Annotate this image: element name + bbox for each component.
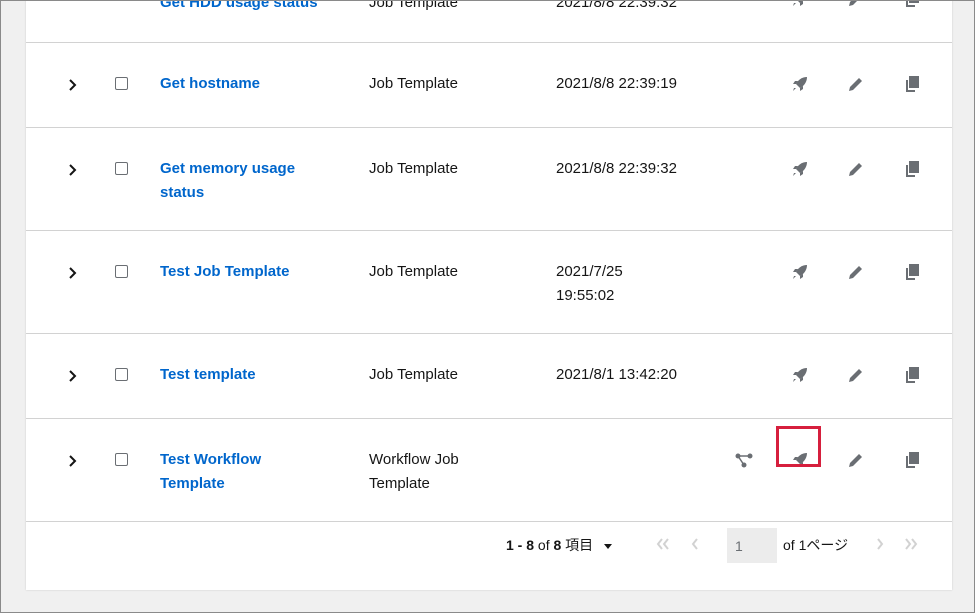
template-type: Job Template: [369, 263, 458, 280]
rocket-icon[interactable]: [790, 74, 810, 94]
rocket-icon[interactable]: [790, 159, 810, 179]
rocket-icon[interactable]: [790, 0, 810, 9]
page-number-input[interactable]: [727, 528, 777, 563]
templates-list-card: Get HDD usage status Job Template 2021/8…: [26, 0, 952, 590]
caret-down-icon: [604, 544, 613, 550]
pagination-total: 8: [553, 537, 562, 553]
table-row: Get memory usage status Job Template 202…: [26, 127, 952, 231]
template-name-link[interactable]: Test Workflow: [160, 448, 335, 472]
copy-icon[interactable]: [902, 365, 922, 385]
copy-icon[interactable]: [902, 0, 922, 9]
template-name-link[interactable]: Get HDD usage status: [160, 1, 335, 15]
pencil-icon[interactable]: [846, 74, 866, 94]
template-name-link[interactable]: Get memory usage: [160, 157, 335, 181]
row-select-checkbox[interactable]: [115, 265, 128, 278]
workflow-visualizer-icon[interactable]: [734, 450, 754, 470]
angle-left-icon[interactable]: [686, 536, 704, 552]
chevron-right-icon[interactable]: [66, 369, 80, 383]
pagination-range-toggle[interactable]: 1 - 8 of 8 項目: [506, 535, 613, 555]
pagination-of: of: [537, 537, 550, 553]
copy-icon[interactable]: [902, 74, 922, 94]
chevron-right-icon[interactable]: [66, 266, 80, 280]
angle-double-right-icon[interactable]: [902, 536, 920, 552]
template-type: Job Template: [369, 0, 458, 11]
last-modified: 2021/8/8 22:39:19: [556, 75, 677, 92]
last-modified-line2: 19:55:02: [556, 287, 615, 304]
app-window: Get HDD usage status Job Template 2021/8…: [0, 0, 975, 613]
copy-icon[interactable]: [902, 262, 922, 282]
copy-icon[interactable]: [902, 159, 922, 179]
template-type: Job Template: [369, 75, 458, 92]
chevron-right-icon[interactable]: [66, 163, 80, 177]
copy-icon[interactable]: [902, 450, 922, 470]
table-row: Test template Job Template 2021/8/1 13:4…: [26, 333, 952, 419]
rocket-icon[interactable]: [790, 365, 810, 385]
chevron-right-icon[interactable]: [66, 454, 80, 468]
template-type: Job Template: [369, 160, 458, 177]
table-row: Test Job Template Job Template 2021/7/25…: [26, 230, 952, 334]
rocket-icon[interactable]: [790, 262, 810, 282]
row-select-checkbox[interactable]: [115, 162, 128, 175]
last-modified: 2021/8/8 22:39:32: [556, 160, 677, 177]
pencil-icon[interactable]: [846, 262, 866, 282]
template-type: Workflow Job: [369, 451, 459, 468]
last-modified: 2021/8/1 13:42:20: [556, 366, 677, 383]
row-select-checkbox[interactable]: [115, 77, 128, 90]
template-name-link[interactable]: Get hostname: [160, 72, 335, 96]
template-name-link-line2[interactable]: status: [160, 181, 335, 205]
template-name-link[interactable]: Test Job Template: [160, 260, 335, 284]
table-row: Get HDD usage status Job Template 2021/8…: [26, 0, 952, 43]
last-modified: 2021/7/25: [556, 263, 623, 280]
angle-double-left-icon[interactable]: [654, 536, 672, 552]
pencil-icon[interactable]: [846, 0, 866, 9]
template-type-line2: Template: [369, 475, 430, 492]
pencil-icon[interactable]: [846, 159, 866, 179]
last-modified: 2021/8/8 22:39:32: [556, 0, 677, 11]
row-select-checkbox[interactable]: [115, 368, 128, 381]
pagination-unit: 項目: [565, 537, 594, 553]
template-name-link[interactable]: Test template: [160, 363, 335, 387]
pencil-icon[interactable]: [846, 450, 866, 470]
pagination-range: 1 - 8: [506, 537, 535, 553]
pencil-icon[interactable]: [846, 365, 866, 385]
table-row: Get hostname Job Template 2021/8/8 22:39…: [26, 42, 952, 128]
pagination-of-pages: of 1ページ: [783, 537, 849, 553]
launch-highlight-box: [776, 426, 821, 467]
chevron-right-icon[interactable]: [66, 78, 80, 92]
angle-right-icon[interactable]: [871, 536, 889, 552]
row-select-checkbox[interactable]: [115, 453, 128, 466]
template-name-link-line2[interactable]: Template: [160, 472, 335, 496]
template-type: Job Template: [369, 366, 458, 383]
